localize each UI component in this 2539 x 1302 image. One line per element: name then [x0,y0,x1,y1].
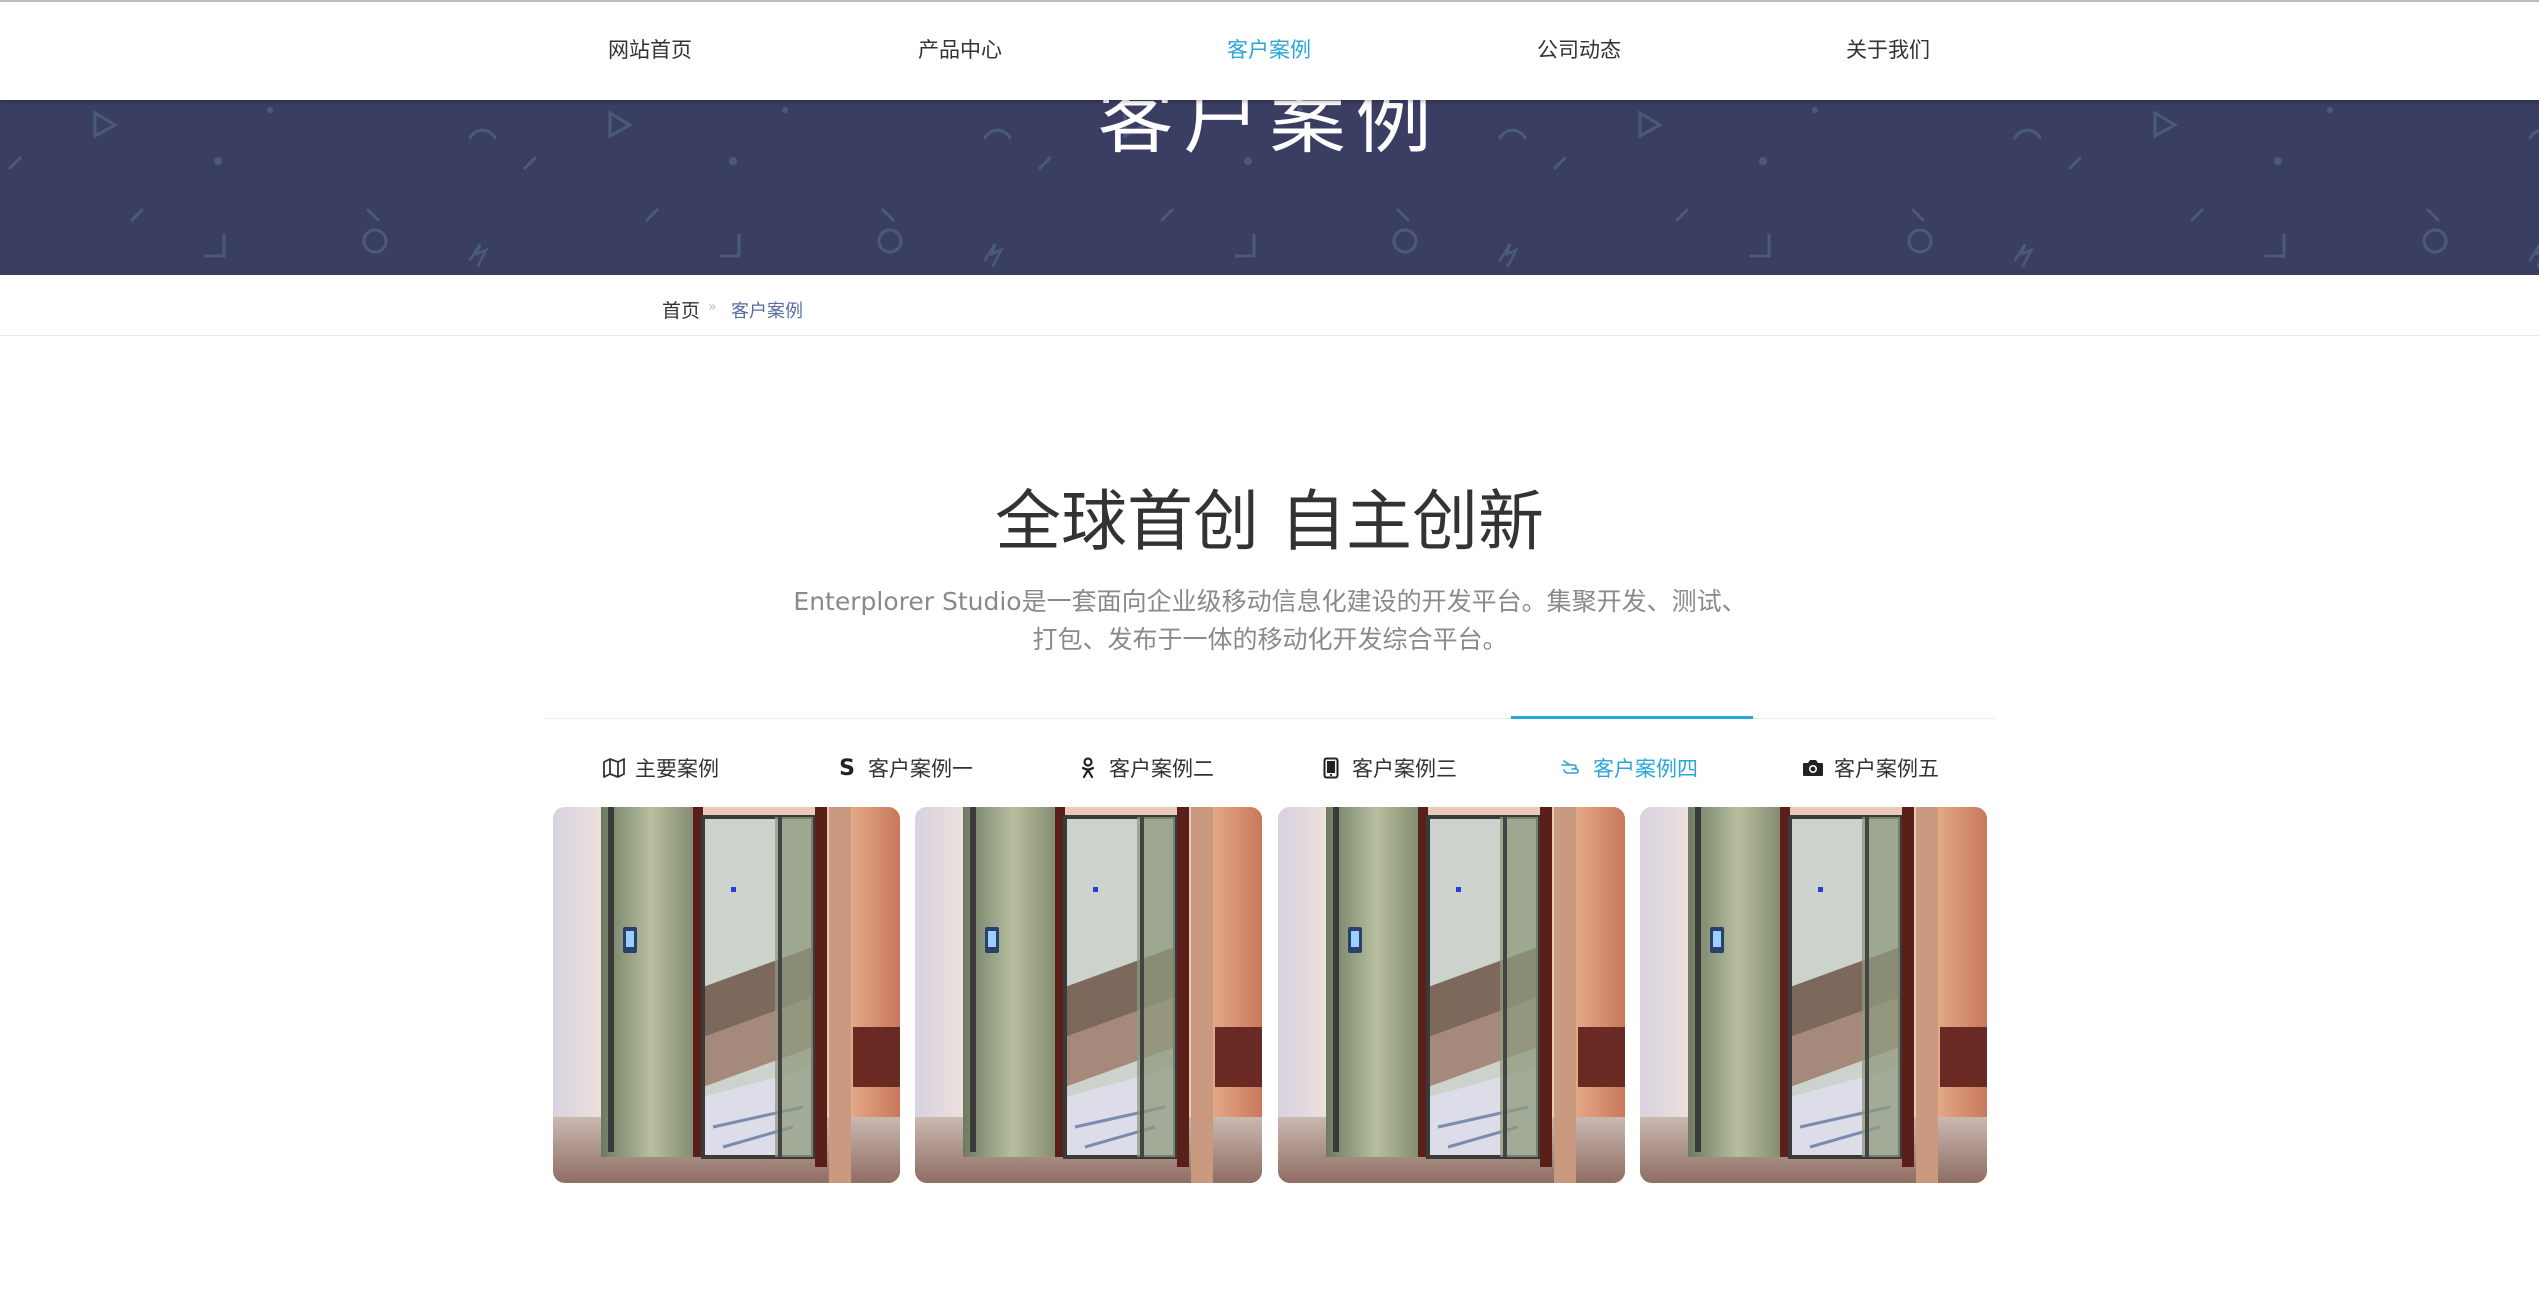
tab-label: 客户案例四 [1593,757,1698,781]
banner-title: 客户案例 [1097,98,1442,164]
camera-icon [1802,757,1824,779]
nav-item-about[interactable]: 关于我们 [1768,34,2008,64]
tab-label: 客户案例二 [1109,757,1214,781]
tabs-divider [544,718,1996,719]
elevator-photo [1640,807,1987,1183]
tab-case-5[interactable]: 客户案例五 [1802,753,1939,783]
nav-item-news[interactable]: 公司动态 [1459,34,1699,64]
nav-item-products[interactable]: 产品中心 [840,34,1080,64]
nav-item-cases[interactable]: 客户案例 [1149,34,1389,64]
tab-label: 客户案例三 [1352,757,1457,781]
tab-label: 主要案例 [635,757,719,781]
tab-case-2[interactable]: 客户案例二 [1077,753,1214,783]
breadcrumb-separator: » [708,299,717,315]
elevator-photo [1278,807,1625,1183]
odnoklassniki-icon [1077,757,1099,779]
section-description: Enterplorer Studio是一套面向企业级移动信息化建设的开发平台。集… [790,583,1750,659]
tab-case-1[interactable]: S 客户案例一 [836,753,973,783]
case-card-2[interactable] [915,807,1262,1183]
breadcrumb-home-link[interactable]: 首页 [662,296,700,323]
breadcrumb-current: 客户案例 [731,301,803,322]
section-headline: 全球首创 自主创新 [995,483,1544,560]
elevator-photo [553,807,900,1183]
case-card-1[interactable] [553,807,900,1183]
nav-item-home[interactable]: 网站首页 [530,34,770,64]
page-banner: 客户案例 [0,98,2539,275]
case-card-4[interactable] [1640,807,1987,1183]
top-nav: 网站首页 产品中心 客户案例 公司动态 关于我们 [0,0,2539,100]
case-card-3[interactable] [1278,807,1625,1183]
tab-main-cases[interactable]: 主要案例 [603,753,719,783]
map-icon [603,757,625,779]
tab-label: 客户案例五 [1834,757,1939,781]
tab-case-4[interactable]: 客户案例四 [1561,753,1698,783]
description-line-2: 打包、发布于一体的移动化开发综合平台。 [1032,625,1508,654]
tab-label: 客户案例一 [868,757,973,781]
hand-pointer-icon [1561,757,1583,779]
elevator-photo [915,807,1262,1183]
skype-icon: S [839,755,855,781]
breadcrumb: 首页 » 客户案例 [0,275,2539,336]
tablet-icon [1320,757,1342,779]
description-line-1: Enterplorer Studio是一套面向企业级移动信息化建设的开发平台。集… [793,587,1747,616]
active-tab-indicator [1511,716,1753,719]
tab-case-3[interactable]: 客户案例三 [1320,753,1457,783]
